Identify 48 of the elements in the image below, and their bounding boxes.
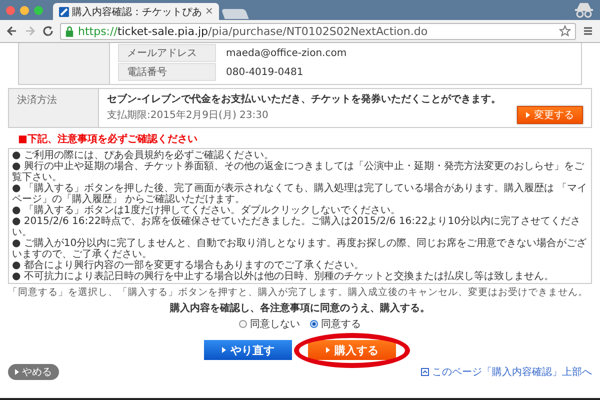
field-label: 電話番号	[118, 63, 216, 81]
notice-item: ● ご利用の際には、ぴあ会員規約を必ずご確認ください。	[12, 150, 274, 161]
page-top-link[interactable]: このページ「購入内容確認」上部へ	[432, 365, 592, 379]
triangle-icon	[15, 369, 19, 375]
triangle-icon	[526, 112, 530, 118]
payment-description: セブン-イレブンで代金をお支払いいただき、チケットを発券いただくことができます。	[107, 92, 502, 106]
browser-tab[interactable]: 購入内容確認：チケットぴあ ×	[53, 3, 220, 20]
cancel-button[interactable]: やめる	[8, 364, 59, 380]
page-icon	[59, 6, 69, 16]
field-value: 080-4019-0481	[226, 66, 304, 78]
address-bar[interactable]: https://ticket-sale.pia.jp/pia/purchase/NT0102S02NextAction.do	[60, 22, 576, 40]
minimize-window-icon[interactable]	[20, 6, 29, 14]
close-tab-icon[interactable]: ×	[205, 6, 214, 17]
bookmark-star-icon[interactable]	[559, 25, 571, 37]
forward-icon[interactable]	[24, 25, 36, 37]
notice-item: ● 興行の中止や延期の場合、チケット券面額、その他の返金につきましては「公演中止・延期・発売方法変更のおしらせ」をご覧下さい。	[12, 161, 585, 183]
purchase-button[interactable]: 購入する	[308, 340, 396, 360]
back-icon[interactable]	[6, 25, 18, 37]
field-label: メールアドレス	[118, 44, 216, 62]
reload-icon[interactable]	[42, 25, 54, 37]
triangle-icon	[326, 347, 330, 353]
notice-item: ● ご購入が10分以内に完了しませんと、自動でお取り消しとなります。再度お探しの際、同じお席をご用意できない場合がございますので、ご了承ください。	[12, 238, 588, 260]
field-value: maeda@office-zion.com	[226, 48, 347, 58]
radio-option[interactable]: 同意する	[310, 317, 361, 331]
notice-heading: ■下記、注意事項を必ずご確認ください	[18, 132, 198, 146]
payment-label: 決済方法	[17, 95, 57, 106]
up-arrow-icon	[421, 368, 429, 376]
menu-icon[interactable]	[582, 25, 594, 37]
tab-title: 購入内容確認：チケットぴあ	[72, 6, 202, 18]
change-button[interactable]: 変更する	[517, 106, 583, 124]
maximize-window-icon[interactable]	[34, 6, 43, 14]
redo-button[interactable]: やり直す	[204, 340, 292, 360]
radio-option[interactable]: 同意しない	[239, 317, 300, 331]
lock-icon	[65, 26, 74, 36]
agreement-note: 「同意する」を選択し、「購入する」ボタンを押すと、購入が完了します。購入成立後のキャンセル、変更はお受けできません。	[8, 286, 589, 299]
payment-deadline: 支払期限:2015年2月9日(月) 23:30	[107, 108, 268, 122]
notice-item: ● 2015/2/6 16:22時点で、お席を仮確保させていただきました。ご購入は2015/2/6 16:22より10分以内に完了させてください。	[12, 216, 582, 238]
notice-item: ● 不可抗力により表記日時の興行を中止する場合以外は他の日時、別種のチケットと交換または払戻し等は致しません。	[12, 271, 555, 282]
incognito-icon	[574, 2, 594, 18]
url-text: https://ticket-sale.pia.jp/pia/purchase/NT0102S02NextAction.do	[78, 24, 428, 38]
agreement-heading: 購入内容を確認し、各注意事項に同意のうえ、購入する。	[168, 301, 431, 315]
radio-button[interactable]	[310, 320, 318, 328]
notice-item: ● 都合により興行内容の一部を変更する場合もありますのでご了承ください。	[12, 260, 365, 271]
radio-button[interactable]	[239, 320, 247, 328]
notice-item: ● 「購入する」ボタンを押した後、完了画面が表示されなくても、購入処理は完了している場合があります。購入履歴は 「マイページ」の「購入履歴」 からご確認いただけます。	[12, 183, 588, 205]
triangle-icon	[222, 347, 226, 353]
notice-item: ● 「購入する」ボタンは1度だけ押してください。ダブルクリックしないでください。	[12, 205, 402, 216]
new-tab-button[interactable]	[222, 9, 250, 19]
